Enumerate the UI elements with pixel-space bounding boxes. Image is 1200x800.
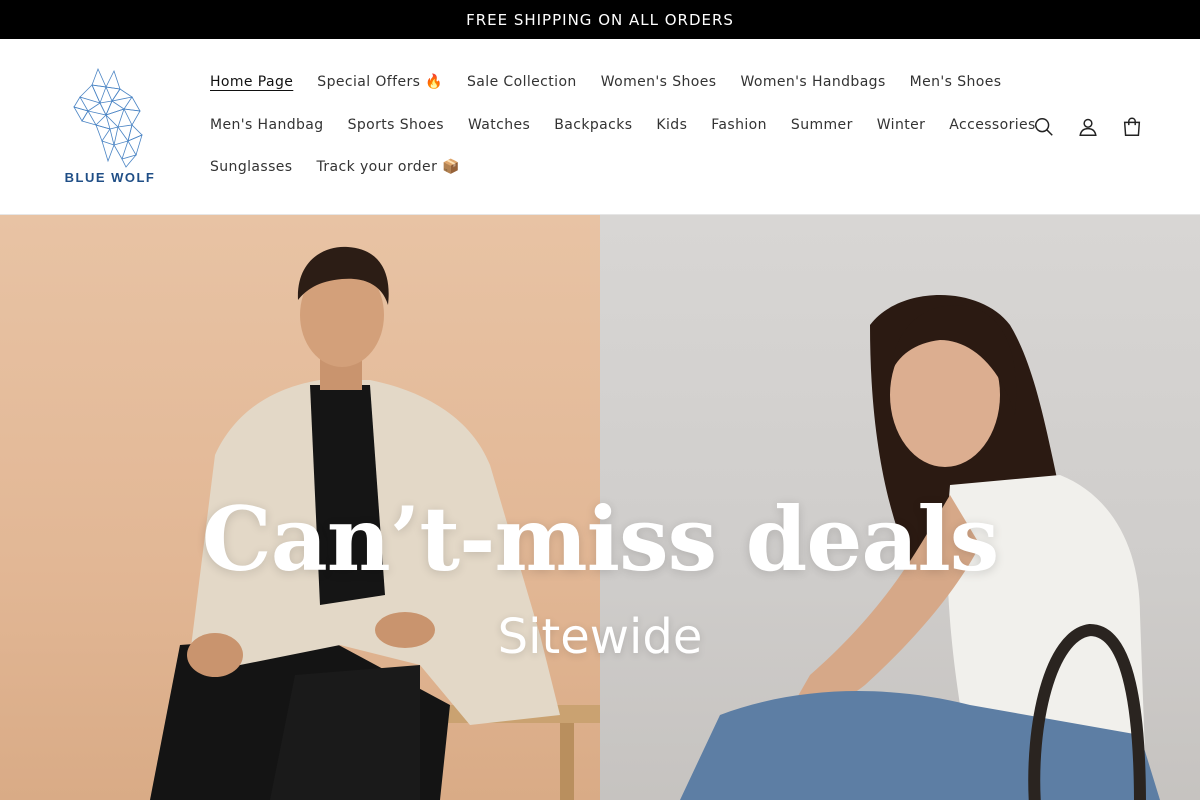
- account-icon: [1079, 118, 1097, 136]
- nav-item-womens-handbags[interactable]: Women's Handbags: [728, 74, 897, 90]
- account-button[interactable]: [1066, 113, 1110, 141]
- nav-item-winter[interactable]: Winter: [865, 117, 938, 133]
- nav-item-watches[interactable]: Watches: [456, 117, 542, 133]
- nav-item-sunglasses[interactable]: Sunglasses: [198, 159, 304, 175]
- nav-item-fashion[interactable]: Fashion: [699, 117, 779, 133]
- announcement-text: FREE SHIPPING ON ALL ORDERS: [466, 10, 734, 29]
- nav-item-summer[interactable]: Summer: [779, 117, 865, 133]
- nav-item-track-order[interactable]: Track your order 📦: [304, 159, 471, 175]
- hero-subtitle: Sitewide: [497, 609, 703, 665]
- nav-item-mens-shoes[interactable]: Men's Shoes: [898, 74, 1014, 90]
- nav-item-special-offers[interactable]: Special Offers 🔥: [305, 74, 455, 90]
- search-icon: [1035, 118, 1053, 136]
- announcement-bar: FREE SHIPPING ON ALL ORDERS: [0, 0, 1200, 39]
- search-button[interactable]: [1022, 113, 1066, 141]
- nav-item-womens-shoes[interactable]: Women's Shoes: [589, 74, 729, 90]
- wolf-logo-icon: [73, 67, 143, 168]
- nav-row-2: Men's Handbag Sports Shoes Watches Backp…: [198, 104, 1035, 147]
- nav-item-kids[interactable]: Kids: [644, 117, 699, 133]
- nav-item-backpacks[interactable]: Backpacks: [542, 117, 644, 133]
- nav-item-sports-shoes[interactable]: Sports Shoes: [336, 117, 456, 133]
- nav-row-3: Sunglasses Track your order 📦: [198, 146, 998, 189]
- hero-banner[interactable]: Can’t-miss deals Sitewide: [0, 215, 1200, 800]
- header-icons: [1022, 113, 1154, 141]
- nav-row-1: Home Page Special Offers 🔥 Sale Collecti…: [198, 61, 1001, 104]
- nav-item-mens-handbag[interactable]: Men's Handbag: [198, 117, 336, 133]
- nav-item-home-page[interactable]: Home Page: [198, 74, 305, 90]
- site-header: BLUE WOLF Home Page Special Offers 🔥 Sal…: [0, 39, 1200, 215]
- main-navigation: Home Page Special Offers 🔥 Sale Collecti…: [198, 61, 1035, 189]
- cart-button[interactable]: [1110, 113, 1154, 141]
- nav-item-sale-collection[interactable]: Sale Collection: [455, 74, 589, 90]
- cart-icon: [1123, 117, 1141, 136]
- brand-logo[interactable]: BLUE WOLF: [62, 67, 158, 189]
- brand-name: BLUE WOLF: [64, 170, 156, 185]
- hero-title: Can’t-miss deals: [201, 487, 1000, 591]
